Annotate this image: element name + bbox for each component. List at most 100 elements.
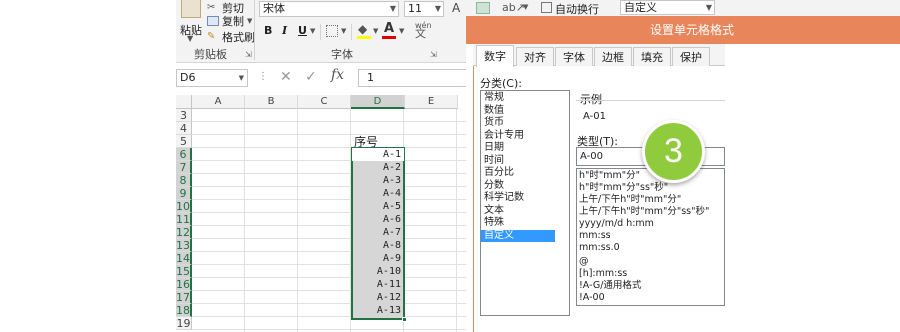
format-item[interactable]: mm:ss.0 [579, 242, 620, 254]
row-header[interactable]: 12 [176, 226, 192, 239]
format-item[interactable]: [h]:mm:ss [579, 268, 627, 280]
row-header[interactable]: 6 [176, 148, 192, 161]
clipboard-launcher-icon[interactable]: ⇲ [245, 50, 252, 59]
name-box[interactable]: D6 ▼ [176, 69, 248, 87]
borders-dropdown-icon[interactable]: ▼ [341, 27, 346, 35]
row-header[interactable]: 18 [176, 304, 192, 317]
format-item[interactable]: h"时"mm"分"ss"秒" [579, 182, 668, 194]
font-launcher-icon[interactable]: ⇲ [430, 50, 437, 59]
data-cell[interactable]: A-5 [352, 200, 404, 213]
font-color-icon[interactable]: A [384, 21, 394, 36]
column-header-b[interactable]: B [245, 95, 298, 109]
row-header[interactable]: 4 [176, 122, 192, 135]
data-cell[interactable]: A-12 [352, 291, 404, 304]
format-item[interactable]: 上午/下午h"时"mm"分" [579, 194, 681, 206]
data-cell[interactable]: A-11 [352, 278, 404, 291]
format-item[interactable]: !A-G/通用格式 [579, 280, 641, 292]
data-cell[interactable]: A-4 [352, 187, 404, 200]
category-item-selected[interactable]: 自定义 [481, 229, 555, 242]
tab-border[interactable]: 边框 [594, 47, 632, 66]
cell-grid[interactable] [192, 109, 466, 332]
orientation-dropdown-icon[interactable]: ▼ [523, 3, 528, 11]
copy-dropdown-icon[interactable]: ▼ [247, 17, 252, 25]
cancel-icon[interactable]: ✕ [280, 69, 292, 85]
fill-handle[interactable] [402, 317, 407, 322]
data-cell[interactable]: A-6 [352, 213, 404, 226]
format-item[interactable]: mm:ss [579, 230, 611, 242]
paste-icon[interactable] [181, 0, 201, 18]
row-header[interactable]: 13 [176, 239, 192, 252]
category-item[interactable]: 文本 [481, 205, 555, 218]
enter-icon[interactable]: ✓ [305, 69, 317, 85]
row-header[interactable]: 9 [176, 187, 192, 200]
font-size-select[interactable]: 11 ▼ [404, 1, 444, 17]
copy-button[interactable]: 复制 ▼ [207, 13, 252, 29]
row-header[interactable]: 5 [176, 135, 192, 148]
orientation-icon[interactable]: ab↗ [502, 1, 525, 14]
fill-dropdown-icon[interactable]: ▼ [373, 27, 378, 35]
italic-button[interactable]: I [282, 24, 287, 37]
category-item[interactable]: 科学记数 [481, 192, 555, 205]
format-item[interactable]: !A-00 [579, 292, 605, 304]
phonetic-icon[interactable]: wén 文 [415, 22, 432, 40]
insert-function-icon[interactable]: fx [331, 67, 344, 83]
category-item[interactable]: 分数 [481, 180, 555, 193]
formula-input[interactable]: 1 [358, 69, 466, 87]
data-cell[interactable]: A-9 [352, 252, 404, 265]
tab-alignment[interactable]: 对齐 [516, 47, 554, 66]
active-cell[interactable]: A-1 [352, 148, 404, 161]
category-item[interactable]: 常规 [481, 92, 555, 105]
drag-handle-icon[interactable]: ⋮ [258, 71, 268, 82]
column-header-a[interactable]: A [192, 95, 245, 109]
tab-font[interactable]: 字体 [555, 47, 593, 66]
row-header[interactable]: 19 [176, 317, 192, 330]
category-item[interactable]: 特殊 [481, 217, 555, 230]
data-cell[interactable]: A-8 [352, 239, 404, 252]
borders-icon[interactable] [326, 25, 338, 37]
row-header[interactable]: 16 [176, 278, 192, 291]
format-item[interactable]: yyyy/m/d h:mm [579, 218, 654, 230]
align-icon[interactable] [476, 2, 490, 14]
underline-dropdown-icon[interactable]: ▼ [310, 27, 315, 35]
wrap-text-button[interactable]: 自动换行 [555, 1, 599, 17]
number-format-select[interactable]: 自定义 ▼ [620, 0, 715, 15]
format-item[interactable]: 上午/下午h"时"mm"分"ss"秒" [579, 206, 709, 218]
row-header[interactable]: 11 [176, 213, 192, 226]
grow-font-icon[interactable]: A [452, 1, 460, 15]
format-item[interactable]: h"时"mm"分" [579, 170, 640, 182]
tab-fill[interactable]: 填充 [633, 47, 671, 66]
row-header[interactable]: 8 [176, 174, 192, 187]
select-all-button[interactable] [176, 95, 192, 109]
paste-dropdown-icon[interactable]: ▼ [187, 34, 193, 43]
row-header[interactable]: 14 [176, 252, 192, 265]
category-item[interactable]: 会计专用 [481, 130, 555, 143]
column-header-c[interactable]: C [298, 95, 351, 109]
category-item[interactable]: 百分比 [481, 167, 555, 180]
underline-button[interactable]: U [298, 24, 307, 37]
font-color-dropdown-icon[interactable]: ▼ [399, 27, 404, 35]
row-header[interactable]: 7 [176, 161, 192, 174]
fill-color-icon[interactable]: ◆ [358, 22, 367, 36]
data-cell[interactable]: A-13 [352, 304, 404, 317]
category-item[interactable]: 日期 [481, 142, 555, 155]
font-name-select[interactable]: 宋体 ▼ [259, 1, 399, 17]
font-size-value: 11 [408, 2, 422, 15]
row-header[interactable]: 15 [176, 265, 192, 278]
data-cell[interactable]: A-7 [352, 226, 404, 239]
data-cell[interactable]: A-10 [352, 265, 404, 278]
row-header[interactable]: 3 [176, 109, 192, 122]
column-header-d[interactable]: D [351, 95, 405, 109]
category-item[interactable]: 时间 [481, 155, 555, 168]
column-header-e[interactable]: E [405, 95, 458, 109]
category-item[interactable]: 货币 [481, 117, 555, 130]
tab-number[interactable]: 数字 [476, 45, 514, 67]
row-header[interactable]: 17 [176, 291, 192, 304]
tab-protection[interactable]: 保护 [672, 47, 710, 66]
category-item[interactable]: 数值 [481, 105, 555, 118]
row-header[interactable]: 10 [176, 200, 192, 213]
bold-button[interactable]: B [264, 24, 272, 37]
data-cell[interactable]: A-3 [352, 174, 404, 187]
format-painter-button[interactable]: ✎ 格式刷 [207, 29, 255, 45]
data-cell[interactable]: A-2 [352, 161, 404, 174]
format-item[interactable]: @ [579, 256, 589, 268]
